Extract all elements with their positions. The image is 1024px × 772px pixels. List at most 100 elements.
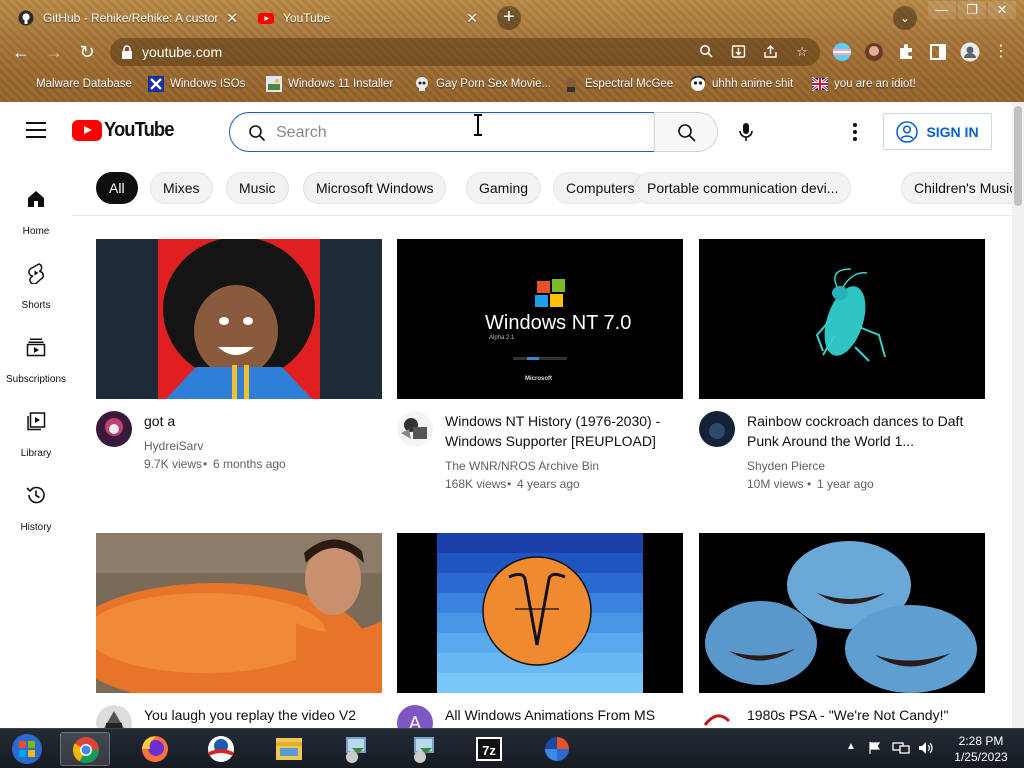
- firefox-icon[interactable]: [130, 732, 180, 766]
- video-title[interactable]: All Windows Animations From MS: [445, 705, 677, 725]
- bookmark-malware-database[interactable]: Malware Database: [14, 76, 132, 92]
- video-card[interactable]: got a HydreiSarv 9.7K views • 6 months a…: [96, 239, 382, 499]
- profile-icon[interactable]: [960, 42, 980, 62]
- video-card[interactable]: Rainbow cockroach dances to Daft Punk Ar…: [699, 239, 985, 499]
- channel-avatar[interactable]: [96, 705, 132, 728]
- restore-button[interactable]: ❐: [958, 1, 986, 19]
- back-button[interactable]: ←: [10, 41, 32, 63]
- video-card[interactable]: You laugh you replay the video V2: [96, 533, 382, 728]
- video-thumbnail[interactable]: [699, 239, 985, 399]
- taskbar-chrome[interactable]: [60, 732, 110, 766]
- action-center-flag-icon[interactable]: [868, 741, 882, 755]
- channel-name[interactable]: The WNR/NROS Archive Bin: [445, 459, 599, 473]
- search-button[interactable]: [654, 112, 718, 152]
- bookmark-anime[interactable]: uhhh anime shit: [690, 76, 793, 92]
- forward-button[interactable]: →: [43, 41, 65, 63]
- chip-all[interactable]: All: [96, 172, 138, 204]
- volume-icon[interactable]: [918, 741, 934, 755]
- browser-toolbar: ← → ↻ youtube.com ☆ ⋮: [0, 34, 1024, 70]
- browser-chrome: GitHub - Rehike/Rehike: A custom ✕ YouTu…: [0, 0, 1024, 102]
- tab-search-button[interactable]: ⌄: [893, 6, 917, 30]
- app-pinwheel-icon[interactable]: [532, 732, 582, 766]
- file-explorer-icon[interactable]: [264, 732, 314, 766]
- video-card[interactable]: 1980s PSA - "We're Not Candy!": [699, 533, 985, 728]
- extension-avatar-icon[interactable]: [864, 42, 884, 62]
- channel-name[interactable]: Shyden Pierce: [747, 459, 825, 473]
- channel-avatar[interactable]: [699, 705, 735, 728]
- subscriptions-icon: [26, 338, 46, 357]
- tab-youtube[interactable]: YouTube ✕: [248, 3, 488, 33]
- profile-flag-icon[interactable]: [832, 42, 852, 62]
- 7zip-icon[interactable]: 7z: [464, 732, 514, 766]
- installer-icon[interactable]: [398, 732, 448, 766]
- minimize-button[interactable]: —: [928, 1, 956, 19]
- channel-avatar[interactable]: A: [397, 705, 433, 728]
- video-thumbnail[interactable]: [397, 533, 683, 693]
- close-tab-icon[interactable]: ✕: [466, 10, 478, 27]
- guide-item-history[interactable]: History: [0, 472, 72, 536]
- video-title[interactable]: Windows NT History (1976-2030) - Windows…: [445, 411, 677, 451]
- side-panel-icon[interactable]: [928, 42, 948, 62]
- bookmark-movie-site[interactable]: Gay Porn Sex Movie...: [414, 76, 551, 92]
- tab-title: YouTube: [283, 11, 331, 25]
- system-clock[interactable]: 2:28 PM 1/25/2023: [948, 733, 1014, 765]
- bookmark-windows-isos[interactable]: Windows ISOs: [148, 76, 245, 92]
- reload-button[interactable]: ↻: [76, 41, 98, 63]
- youtube-logo[interactable]: YouTube: [72, 119, 180, 142]
- video-thumbnail[interactable]: [96, 239, 382, 399]
- close-window-button[interactable]: ✕: [988, 1, 1016, 19]
- video-card[interactable]: A All Windows Animations From MS: [397, 533, 683, 728]
- menu-icon[interactable]: [26, 122, 46, 138]
- guide-item-subscriptions[interactable]: Subscriptions: [0, 324, 72, 388]
- show-hidden-icons-button[interactable]: ▲: [846, 741, 856, 752]
- chip-microsoft-windows[interactable]: Microsoft Windows: [303, 172, 447, 204]
- bookmark-windows-11-installer[interactable]: Windows 11 Installer: [266, 76, 393, 92]
- channel-name[interactable]: HydreiSarv: [144, 439, 203, 453]
- video-thumbnail[interactable]: [96, 533, 382, 693]
- channel-avatar[interactable]: [699, 411, 735, 447]
- chip-childrens-music[interactable]: Children's Music: [901, 172, 1012, 204]
- installer-icon[interactable]: [330, 732, 380, 766]
- chip-music[interactable]: Music: [226, 172, 289, 204]
- share-icon[interactable]: [762, 44, 778, 60]
- sign-in-label: SIGN IN: [926, 123, 979, 140]
- microphone-icon[interactable]: [735, 121, 757, 143]
- video-card[interactable]: Windows NT 7.0 Alpha 2.1 Microsoft Windo…: [397, 239, 683, 499]
- close-tab-icon[interactable]: ✕: [226, 10, 238, 27]
- video-title[interactable]: 1980s PSA - "We're Not Candy!": [747, 705, 979, 725]
- channel-avatar[interactable]: [397, 411, 433, 447]
- bookmark-espectral-mcgee[interactable]: Espectral McGee: [563, 76, 673, 92]
- channel-avatar[interactable]: [96, 411, 132, 447]
- obama-logo-icon[interactable]: [196, 732, 246, 766]
- tab-github[interactable]: GitHub - Rehike/Rehike: A custom ✕: [8, 3, 248, 33]
- sign-in-button[interactable]: SIGN IN: [883, 113, 992, 150]
- nt-brand-text: Windows NT 7.0: [485, 312, 632, 334]
- search-input[interactable]: [276, 121, 636, 145]
- bookmark-you-are-an-idiot[interactable]: you are an idiot!: [812, 76, 916, 92]
- settings-menu-icon[interactable]: [850, 121, 860, 143]
- video-title[interactable]: got a: [144, 411, 376, 431]
- chip-portable-communication[interactable]: Portable communication devi...: [634, 172, 852, 204]
- video-title[interactable]: You laugh you replay the video V2: [144, 705, 376, 725]
- extensions-puzzle-icon[interactable]: [896, 42, 916, 62]
- search-icon[interactable]: [698, 44, 714, 60]
- start-orb-icon[interactable]: [2, 732, 52, 766]
- guide-item-library[interactable]: Library: [0, 398, 72, 462]
- page-scrollbar[interactable]: [1012, 102, 1024, 728]
- chip-gaming[interactable]: Gaming: [466, 172, 542, 204]
- address-bar[interactable]: youtube.com ☆: [110, 38, 820, 66]
- nt-alpha-text: Alpha 2.1: [489, 335, 515, 341]
- new-tab-button[interactable]: +: [497, 6, 521, 30]
- guide-item-home[interactable]: Home: [0, 176, 72, 240]
- video-thumbnail[interactable]: Windows NT 7.0 Alpha 2.1 Microsoft: [397, 239, 683, 399]
- video-title[interactable]: Rainbow cockroach dances to Daft Punk Ar…: [747, 411, 979, 451]
- install-icon[interactable]: [730, 44, 746, 60]
- chrome-menu-icon[interactable]: ⋮: [990, 41, 1012, 63]
- bookmark-star-icon[interactable]: ☆: [794, 44, 810, 60]
- chip-mixes[interactable]: Mixes: [150, 172, 213, 204]
- search-box[interactable]: [229, 112, 655, 152]
- network-icon[interactable]: [892, 741, 910, 755]
- scrollbar-thumb[interactable]: [1014, 106, 1022, 206]
- video-thumbnail[interactable]: [699, 533, 985, 693]
- guide-item-shorts[interactable]: Shorts: [0, 250, 72, 314]
